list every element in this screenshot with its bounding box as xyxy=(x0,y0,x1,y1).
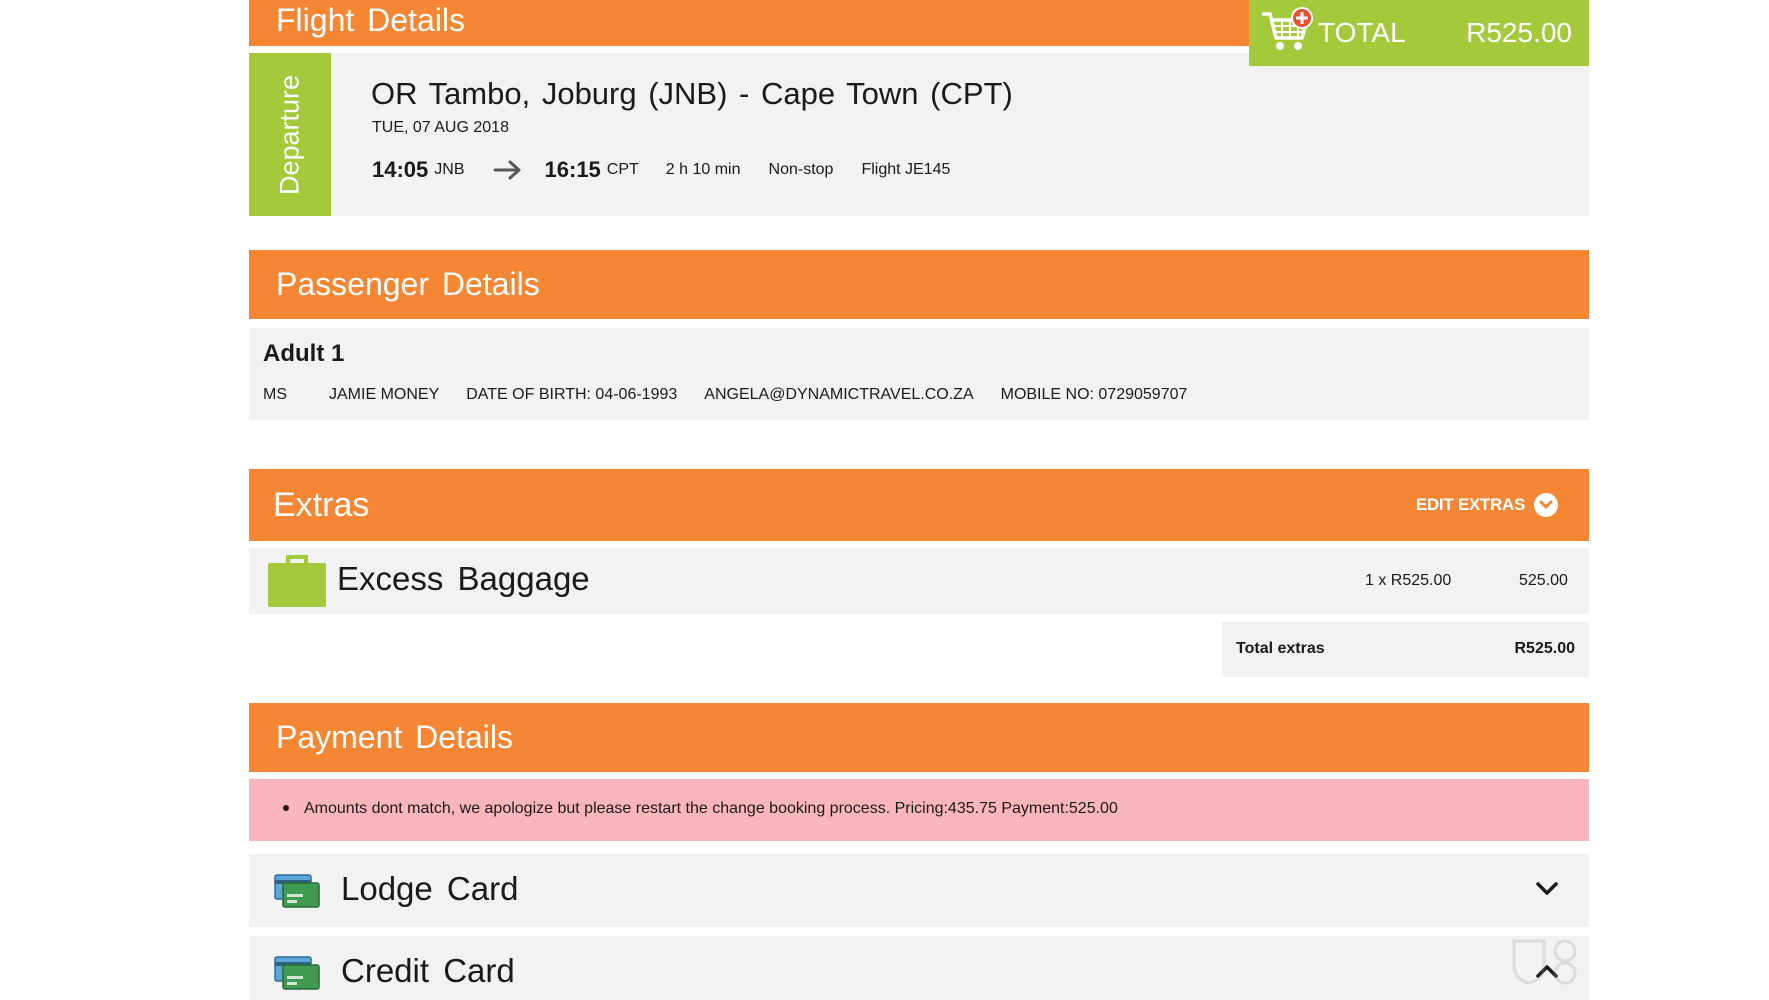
edit-extras-label: EDIT EXTRAS xyxy=(1415,495,1525,514)
edit-extras-button[interactable]: EDIT EXTRAS xyxy=(1416,469,1558,541)
flight-duration: 2 h 10 min xyxy=(665,161,741,178)
passenger-panel xyxy=(249,328,1589,420)
credit-cards-icon xyxy=(274,874,320,913)
payment-details-header: Payment Details xyxy=(249,703,1589,772)
payment-method-lodge-card[interactable]: Lodge Card xyxy=(249,854,1589,927)
passenger-email: ANGELA@DYNAMICTRAVEL.CO.ZA xyxy=(704,386,974,403)
extra-item-qty: 1 x R525.00 xyxy=(1365,572,1452,589)
payment-method-name: Lodge Card xyxy=(341,870,519,907)
payment-details-title: Payment Details xyxy=(276,719,513,755)
cart-total-amount: R525.00 xyxy=(1466,17,1572,48)
passenger-info-row: MS JAMIE MONEY DATE OF BIRTH: 04-06-1993… xyxy=(263,386,1214,404)
passenger-title: MS xyxy=(263,386,287,403)
flight-details-title: Flight Details xyxy=(276,1,465,38)
total-extras-box: Total extras R525.00 xyxy=(1222,622,1589,677)
passenger-details-header: Passenger Details xyxy=(249,250,1589,319)
arrive-time: 16:15 xyxy=(544,157,601,182)
arrow-right-icon xyxy=(493,159,523,181)
flight-times: 14:05 JNB 16:15 CPT 2 h 10 min Non-stop … xyxy=(372,152,950,188)
extra-item-name: Excess Baggage xyxy=(337,560,590,597)
total-extras-value: R525.00 xyxy=(1514,640,1576,657)
error-message-text: Amounts dont match, we apologize but ple… xyxy=(304,800,1118,817)
flight-route: OR Tambo, Joburg (JNB) - Cape Town (CPT) xyxy=(371,76,1013,111)
cart-total-label: TOTAL xyxy=(1318,17,1406,48)
passenger-dob: DATE OF BIRTH: 04-06-1993 xyxy=(466,386,678,403)
departure-tab-label: Departure xyxy=(274,74,305,195)
bullet-icon xyxy=(283,805,289,811)
arrive-code: CPT xyxy=(606,161,639,178)
flight-date: TUE, 07 AUG 2018 xyxy=(372,119,509,136)
chevron-down-icon xyxy=(1535,881,1559,902)
passenger-details-title: Passenger Details xyxy=(276,266,540,302)
passenger-name: JAMIE MONEY xyxy=(329,386,440,403)
flight-stops: Non-stop xyxy=(768,161,834,178)
suitcase-icon xyxy=(268,555,326,612)
extras-header: Extras EDIT EXTRAS xyxy=(249,469,1589,541)
depart-time: 14:05 xyxy=(372,157,429,182)
departure-tab: Departure xyxy=(249,53,331,216)
shopping-cart-add-icon xyxy=(1260,6,1314,59)
error-message: Amounts dont match, we apologize but ple… xyxy=(249,779,1589,841)
payment-method-name: Credit Card xyxy=(341,952,515,989)
watermark-logo-icon xyxy=(1510,935,1590,990)
chevron-down-circle-icon xyxy=(1534,493,1558,517)
extras-title: Extras xyxy=(273,485,370,524)
cart-total[interactable]: TOTAL R525.00 xyxy=(1249,0,1589,66)
passenger-mobile: MOBILE NO: 0729059707 xyxy=(1000,386,1188,403)
total-extras-label: Total extras xyxy=(1236,640,1325,657)
flight-number: Flight JE145 xyxy=(861,161,951,178)
passenger-heading: Adult 1 xyxy=(263,340,345,367)
extra-item-amount: 525.00 xyxy=(1519,572,1568,589)
payment-method-credit-card[interactable]: Credit Card xyxy=(249,936,1589,1000)
credit-cards-icon xyxy=(274,956,320,995)
depart-code: JNB xyxy=(434,161,465,178)
